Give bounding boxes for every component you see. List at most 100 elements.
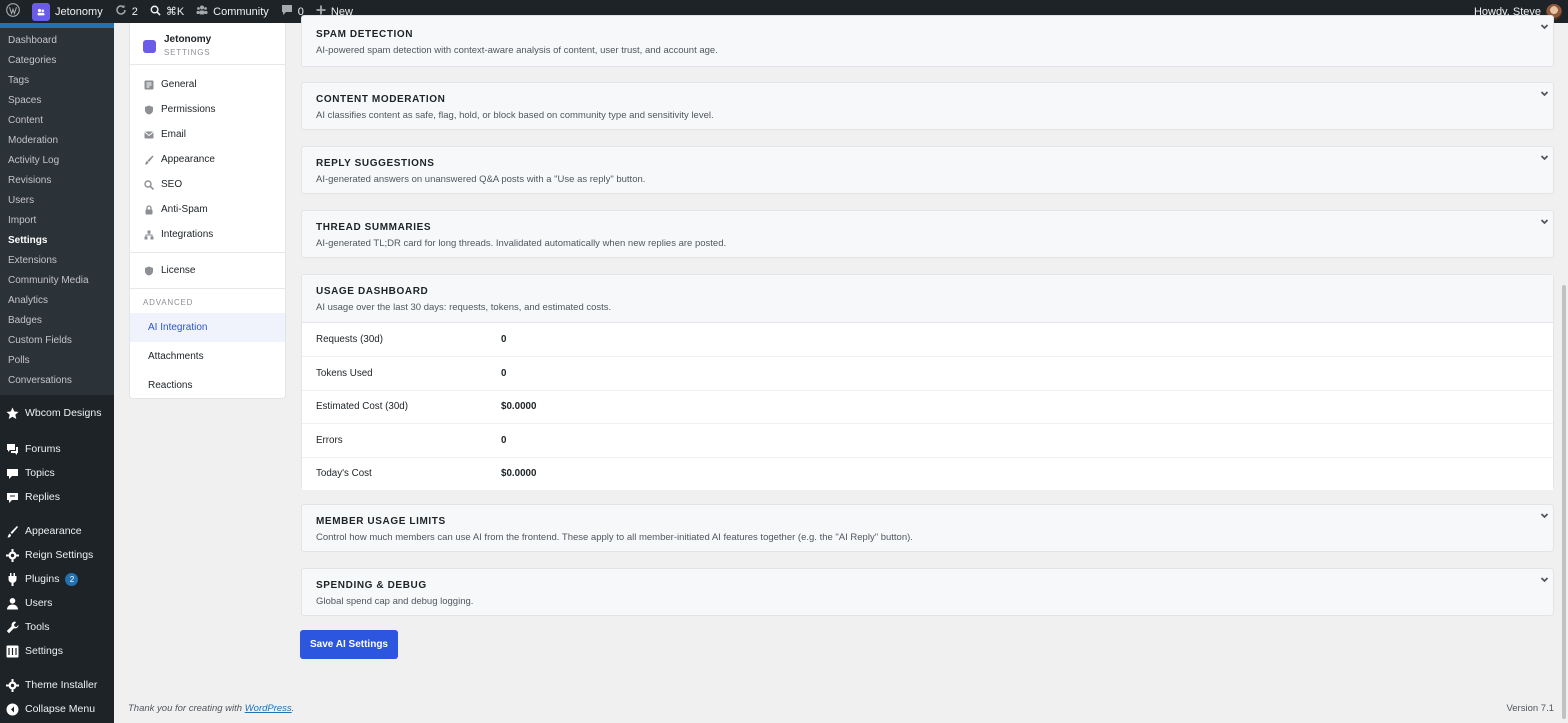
nav-item-anti-spam[interactable]: Anti-Spam [130,197,285,222]
nav-item-label: Appearance [161,154,215,165]
submenu-item-import[interactable]: Import [0,211,114,231]
submenu-item-dashboard[interactable]: Dashboard [0,31,114,51]
chevron-down-icon[interactable] [1540,19,1549,30]
settings-section-spending-debug: SPENDING & DEBUG Global spend cap and deb… [301,568,1554,616]
menu-item-label: Appearance [25,525,82,537]
menu-item-label: Reign Settings [25,549,94,561]
section-header-content-moderation[interactable]: CONTENT MODERATION AI classifies content … [302,83,1553,121]
nav-item-label: Anti-Spam [161,204,208,215]
section-header-reply-suggestions[interactable]: REPLY SUGGESTIONS AI-generated answers on… [302,147,1553,185]
submenu-item-revisions[interactable]: Revisions [0,171,114,191]
menu-item-appearance[interactable]: Appearance [0,519,114,543]
nav-item-ai-integration[interactable]: AI Integration [130,313,285,342]
submenu-item-categories[interactable]: Categories [0,51,114,71]
version-text: Version 7.1 [1506,703,1554,714]
menu-item-label: Users [25,597,53,609]
section-header-member-usage-limits[interactable]: MEMBER USAGE LIMITS Control how much memb… [302,505,1553,543]
divider [130,252,285,253]
menu-item-wbcom-designs[interactable]: Wbcom Designs [0,401,114,425]
community-link[interactable]: Community [190,0,275,23]
settings-section-content-moderation: CONTENT MODERATION AI classifies content … [301,82,1554,130]
usage-value: 0 [501,434,507,446]
replies-icon [6,491,19,504]
menu-item-settings[interactable]: Settings [0,639,114,663]
general-icon [144,80,154,90]
settings-nav: Jetonomy SETTINGS General Permissions Emai… [129,23,286,399]
chevron-down-icon[interactable] [1540,214,1549,225]
chevron-down-icon[interactable] [1540,150,1549,161]
advanced-heading: ADVANCED [143,298,194,307]
usage-value: 0 [501,334,507,346]
menu-item-replies[interactable]: Replies [0,485,114,509]
submenu-item-activity-log[interactable]: Activity Log [0,151,114,171]
submenu-item-conversations[interactable]: Conversations [0,371,114,391]
menu-item-label: Wbcom Designs [25,407,102,419]
chevron-down-icon[interactable] [1540,508,1549,519]
submenu-item-tags[interactable]: Tags [0,71,114,91]
submenu-item-moderation[interactable]: Moderation [0,131,114,151]
menu-item-topics[interactable]: Topics [0,461,114,485]
menu-item-label: Plugins [25,573,60,585]
submenu-item-spaces[interactable]: Spaces [0,91,114,111]
scrollbar-thumb[interactable] [1562,285,1566,719]
footer-thanks-suffix: . [291,703,295,714]
save-ai-settings-button[interactable]: Save AI Settings [300,630,398,659]
menu-item-theme-installer[interactable]: Theme Installer [0,673,114,697]
menu-item-plugins[interactable]: Plugins 2 [0,567,114,591]
nav-item-integrations[interactable]: Integrations [130,222,285,247]
submenu-item-settings[interactable]: Settings [0,231,114,251]
sliders-icon [6,645,19,658]
settings-section-member-usage-limits: MEMBER USAGE LIMITS Control how much memb… [301,504,1554,552]
usage-label: Estimated Cost (30d) [316,401,409,413]
submenu-item-polls[interactable]: Polls [0,351,114,371]
submenu-item-users[interactable]: Users [0,191,114,211]
nav-item-license[interactable]: License [130,258,285,283]
settings-nav-items: General Permissions Email Appearance SEO Anti… [130,72,285,247]
usage-table: Requests (30d) 0 Tokens Used 0 Estimated Cos… [302,323,1553,490]
command-search-button[interactable]: ⌘K [144,0,190,23]
nav-item-permissions[interactable]: Permissions [130,97,285,122]
nav-item-appearance[interactable]: Appearance [130,147,285,172]
comment-icon [281,4,293,19]
chevron-down-icon[interactable] [1540,572,1549,583]
section-header-thread-summaries[interactable]: THREAD SUMMARIES AI-generated TL;DR card … [302,211,1553,249]
section-header-spending-debug[interactable]: SPENDING & DEBUG Global spend cap and deb… [302,569,1553,607]
chevron-down-icon[interactable] [1540,86,1549,97]
scrollbar[interactable] [1560,23,1568,723]
jetonomy-logo-icon [143,40,156,53]
usage-row-requests-30d: Requests (30d) 0 [302,323,1553,356]
nav-item-seo[interactable]: SEO [130,172,285,197]
submenu-item-community-media[interactable]: Community Media [0,271,114,291]
usage-row-today-s-cost: Today's Cost $0.0000 [302,456,1553,490]
menu-item-collapse-menu[interactable]: Collapse Menu [0,697,114,721]
nav-item-general[interactable]: General [130,72,285,97]
submenu-item-analytics[interactable]: Analytics [0,291,114,311]
nav-item-email[interactable]: Email [130,122,285,147]
usage-label: Tokens Used [316,368,373,380]
settings-section-spam-detection: SPAM DETECTION AI-powered spam detection … [301,15,1554,67]
network-icon [144,230,154,240]
wordpress-logo-button[interactable] [0,0,26,23]
wordpress-link[interactable]: WordPress [245,703,292,714]
submenu-item-extensions[interactable]: Extensions [0,251,114,271]
usage-dashboard: USAGE DASHBOARD AI usage over the last 30… [301,274,1554,490]
section-header-spam-detection[interactable]: SPAM DETECTION AI-powered spam detection … [302,16,1553,56]
section-description: AI classifies content as safe, flag, hol… [316,110,714,121]
nav-item-attachments[interactable]: Attachments [130,342,285,371]
shield-icon [144,105,154,115]
usage-label: Errors [316,434,343,446]
advanced-nav-items: AI Integration Attachments Reactions [130,313,285,400]
submenu-item-badges[interactable]: Badges [0,311,114,331]
shield-icon [144,266,154,276]
menu-item-forums[interactable]: Forums [0,437,114,461]
submenu-item-custom-fields[interactable]: Custom Fields [0,331,114,351]
submenu-item-content[interactable]: Content [0,111,114,131]
section-description: AI usage over the last 30 days: requests… [316,302,612,313]
menu-item-tools[interactable]: Tools [0,615,114,639]
site-name-link[interactable]: Jetonomy [26,0,109,23]
menu-item-users[interactable]: Users [0,591,114,615]
nav-item-reactions[interactable]: Reactions [130,371,285,400]
menu-item-reign-settings[interactable]: Reign Settings [0,543,114,567]
wrench-icon [6,621,19,634]
updates-link[interactable]: 2 [109,0,144,23]
